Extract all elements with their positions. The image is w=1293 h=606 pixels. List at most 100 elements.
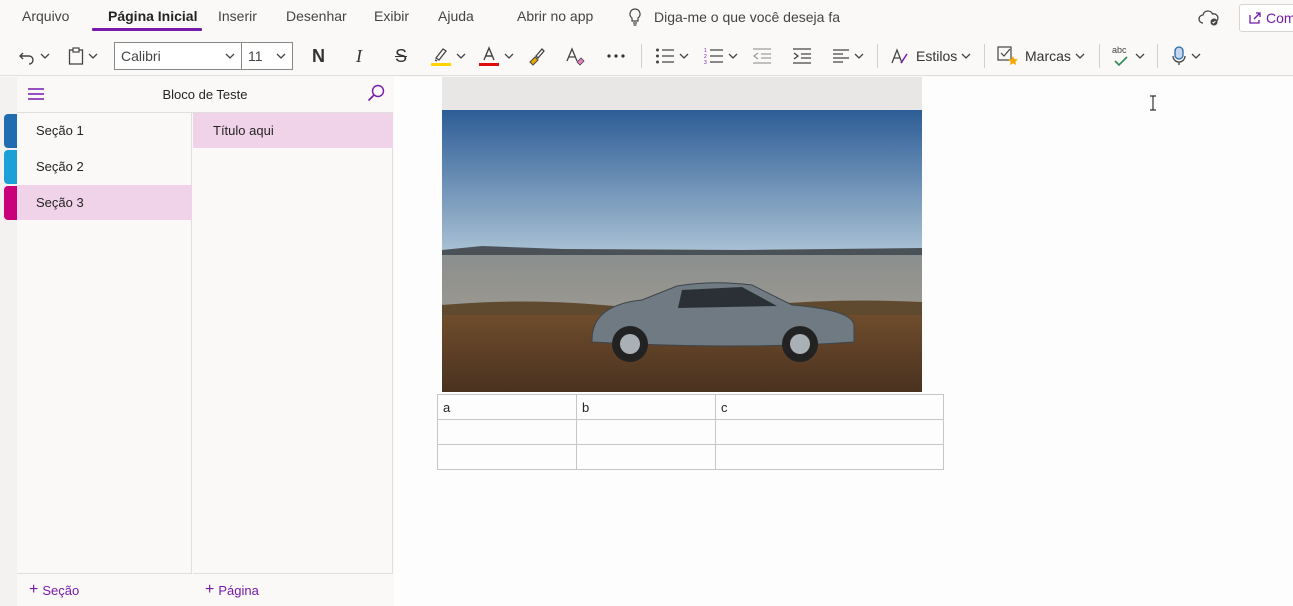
undo-icon xyxy=(19,52,34,65)
chevron-down-icon xyxy=(456,53,466,59)
section-item-3[interactable]: Seção 3 xyxy=(17,185,192,220)
page-canvas[interactable]: a b c xyxy=(394,77,1293,606)
plus-icon: + xyxy=(29,581,39,598)
plus-icon: + xyxy=(205,581,215,598)
toolbar-separator xyxy=(1157,44,1158,68)
chevron-down-icon xyxy=(1075,53,1085,59)
section-item-2[interactable]: Seção 2 xyxy=(17,149,192,184)
spelling-button[interactable]: abc xyxy=(1111,42,1145,70)
table-cell[interactable] xyxy=(437,444,577,470)
strikethrough-button[interactable]: S xyxy=(395,42,407,70)
clipboard-icon xyxy=(68,47,84,65)
clear-formatting-button[interactable] xyxy=(564,42,586,70)
chevron-down-icon xyxy=(1135,53,1145,59)
search-icon[interactable] xyxy=(367,84,385,102)
paintbrush-icon xyxy=(529,48,545,66)
cloud-sync-icon[interactable] xyxy=(1198,9,1220,27)
table-row: a b c xyxy=(437,394,944,420)
more-button[interactable] xyxy=(606,42,626,70)
content-table[interactable]: a b c xyxy=(437,394,944,470)
highlighter-icon xyxy=(431,48,451,66)
clipboard-button[interactable] xyxy=(68,42,98,70)
svg-text:3: 3 xyxy=(704,60,707,65)
highlight-button[interactable] xyxy=(430,42,466,70)
alignment-button[interactable] xyxy=(832,42,864,70)
table-cell[interactable] xyxy=(715,444,944,470)
bold-button[interactable]: N xyxy=(312,42,325,70)
styles-label: Estilos xyxy=(916,48,958,64)
menu-bar: Arquivo Página Inicial Inserir Desenhar … xyxy=(0,0,1293,36)
table-cell[interactable]: c xyxy=(715,394,944,420)
spell-check-icon: abc xyxy=(1111,45,1131,67)
indent-icon xyxy=(793,48,811,64)
styles-icon xyxy=(891,48,908,64)
car-photo-drawing xyxy=(442,110,922,392)
outdent-icon xyxy=(752,48,771,64)
font-color-icon xyxy=(479,46,499,66)
tell-me-box[interactable]: Diga-me o que você deseja fa xyxy=(628,8,840,26)
menu-exibir[interactable]: Exibir xyxy=(374,8,409,24)
menu-abrir-no-app[interactable]: Abrir no app xyxy=(517,8,593,24)
bullets-button[interactable] xyxy=(655,42,689,70)
table-cell[interactable]: a xyxy=(437,394,577,420)
section-1-color-tab[interactable] xyxy=(4,114,17,148)
dictate-button[interactable] xyxy=(1171,42,1201,70)
microphone-icon xyxy=(1172,46,1186,65)
toolbar-separator xyxy=(1099,44,1100,68)
section-tab-strip xyxy=(0,77,17,606)
lightbulb-icon xyxy=(629,8,641,26)
add-section-button[interactable]: + Seção xyxy=(17,573,192,606)
add-page-button[interactable]: + Página xyxy=(193,573,393,606)
section-item-1[interactable]: Seção 1 xyxy=(17,113,192,148)
styles-button[interactable]: Estilos xyxy=(890,42,971,70)
menu-desenhar[interactable]: Desenhar xyxy=(286,8,347,24)
table-cell[interactable] xyxy=(437,419,577,445)
chevron-down-icon xyxy=(504,53,514,59)
chevron-down-icon xyxy=(88,53,98,59)
checkmark-icon xyxy=(1114,56,1128,66)
format-painter-button[interactable] xyxy=(527,42,547,70)
add-section-label: Seção xyxy=(42,582,80,598)
table-cell[interactable]: b xyxy=(576,394,716,420)
align-left-icon xyxy=(833,49,849,63)
section-3-color-tab[interactable] xyxy=(4,186,17,220)
spell-label: abc xyxy=(1112,45,1127,55)
tag-checkbox-icon xyxy=(997,46,1018,65)
toolbar-separator xyxy=(641,44,642,68)
table-cell[interactable] xyxy=(576,444,716,470)
table-cell[interactable] xyxy=(576,419,716,445)
undo-button[interactable] xyxy=(18,42,50,70)
menu-ajuda[interactable]: Ajuda xyxy=(438,8,474,24)
font-name-select[interactable]: Calibri xyxy=(114,42,242,70)
font-size-select[interactable]: 11 xyxy=(241,42,293,70)
chevron-down-icon xyxy=(225,53,235,59)
notebook-title[interactable]: Bloco de Teste xyxy=(17,87,393,102)
table-cell[interactable] xyxy=(715,419,944,445)
page-label: Título aqui xyxy=(213,123,274,138)
car-photo[interactable] xyxy=(442,110,922,392)
section-label: Seção 3 xyxy=(36,195,84,210)
section-label: Seção 2 xyxy=(36,159,84,174)
decrease-indent-button[interactable] xyxy=(752,42,772,70)
share-button[interactable]: Com xyxy=(1239,4,1293,32)
toolbar-separator xyxy=(877,44,878,68)
tags-button[interactable]: Marcas xyxy=(997,42,1085,70)
menu-pagina-inicial[interactable]: Página Inicial xyxy=(108,8,197,24)
bold-label: N xyxy=(312,45,325,66)
page-item-1[interactable]: Título aqui xyxy=(193,113,393,148)
tell-me-text: Diga-me o que você deseja fa xyxy=(654,9,840,25)
chevron-down-icon xyxy=(1191,53,1201,59)
chevron-down-icon xyxy=(961,53,971,59)
numbered-list-icon: 123 xyxy=(704,48,723,65)
italic-button[interactable]: I xyxy=(356,42,362,70)
menu-arquivo[interactable]: Arquivo xyxy=(22,8,69,24)
numbering-button[interactable]: 123 xyxy=(704,42,738,70)
add-page-label: Página xyxy=(218,582,259,598)
chevron-down-icon xyxy=(728,53,738,59)
menu-inserir[interactable]: Inserir xyxy=(218,8,257,24)
section-label: Seção 1 xyxy=(36,123,84,138)
font-color-button[interactable] xyxy=(478,42,514,70)
increase-indent-button[interactable] xyxy=(792,42,812,70)
clear-format-icon xyxy=(566,47,585,66)
section-2-color-tab[interactable] xyxy=(4,150,17,184)
